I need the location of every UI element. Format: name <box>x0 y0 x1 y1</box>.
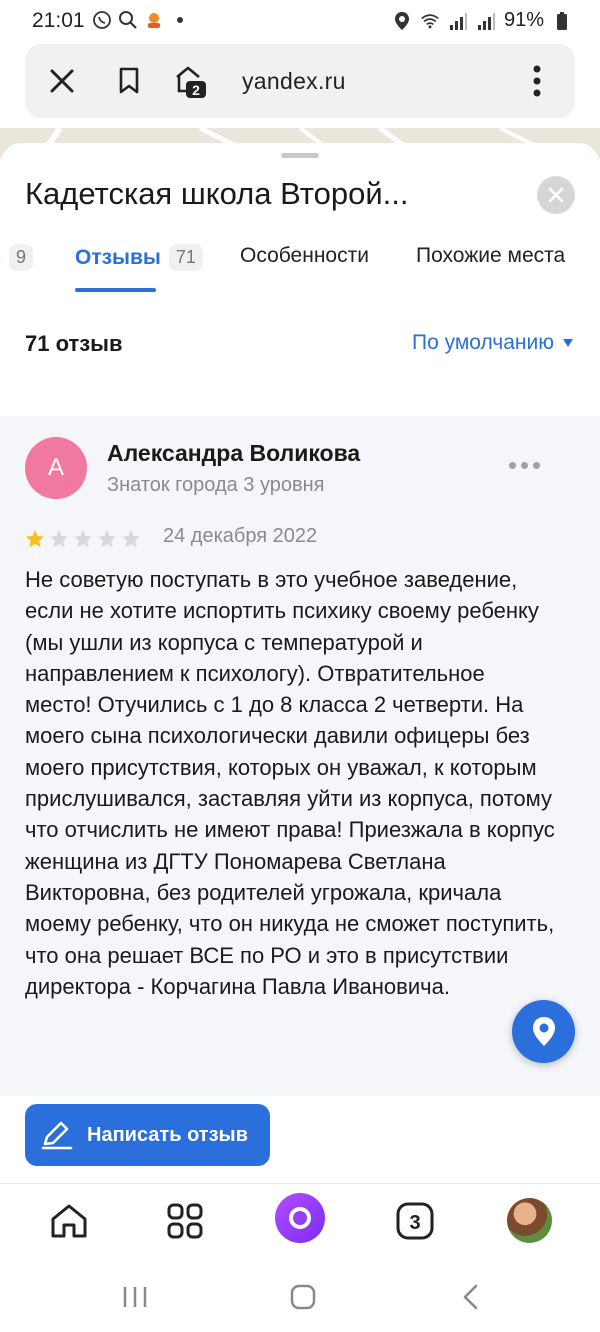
alice-assistant-button[interactable] <box>275 1193 325 1243</box>
close-icon <box>50 69 74 93</box>
tab-reviews[interactable]: Отзывы 71 <box>75 244 203 271</box>
author-avatar[interactable]: А <box>25 437 87 499</box>
wifi-icon <box>421 13 439 28</box>
dot-icon <box>533 462 540 469</box>
status-bar: 21:01 91% <box>0 0 600 42</box>
review-date: 24 декабря 2022 <box>163 525 318 547</box>
recent-apps-button[interactable] <box>119 1281 151 1313</box>
tab-features-label: Особенности <box>240 244 369 267</box>
app-notification-icon <box>148 13 160 28</box>
grid-icon <box>167 1203 203 1239</box>
review-card: А Александра Воликова Знаток города 3 ур… <box>0 416 600 1096</box>
sheet-grabber[interactable] <box>281 153 319 158</box>
tab-photos-count: 9 <box>9 244 34 271</box>
rating-stars <box>25 529 141 549</box>
status-right: 91% <box>392 9 572 32</box>
star-empty-icon <box>122 530 140 548</box>
more-vertical-icon <box>533 65 541 97</box>
bookmark-button[interactable] <box>111 63 147 99</box>
dot-icon <box>509 462 516 469</box>
star-empty-icon <box>50 530 68 548</box>
star-filled-icon <box>26 530 44 548</box>
home-icon <box>51 1204 87 1238</box>
browser-address-bar: 2 yandex.ru <box>25 44 575 118</box>
write-review-button[interactable]: Написать отзыв <box>25 1104 270 1166</box>
more-notifications-dot-icon <box>177 17 183 23</box>
close-page-button[interactable] <box>44 63 80 99</box>
tab-features[interactable]: Особенности <box>240 244 369 268</box>
sort-label: По умолчанию <box>411 331 554 354</box>
nav-tabs-button[interactable]: 3 <box>393 1199 437 1243</box>
system-navigation-bar <box>0 1259 600 1332</box>
review-more-button[interactable] <box>509 462 540 469</box>
star-empty-icon <box>98 530 116 548</box>
back-button[interactable] <box>455 1281 487 1313</box>
location-icon <box>394 11 409 30</box>
tabs-counter-icon: 3 <box>396 1202 434 1240</box>
pencil-icon <box>41 1121 73 1150</box>
tab-similar-label: Похожие места <box>416 244 566 267</box>
status-time: 21:01 <box>32 9 85 32</box>
search-icon <box>119 11 137 29</box>
home-system-button[interactable] <box>287 1281 319 1313</box>
active-tab-indicator <box>75 288 156 292</box>
home-square-icon <box>290 1284 316 1310</box>
location-pin-icon <box>532 1016 555 1046</box>
nav-services-button[interactable] <box>163 1199 207 1243</box>
url-field[interactable]: yandex.ru <box>242 68 346 95</box>
sort-dropdown[interactable]: По умолчанию <box>412 331 574 355</box>
tab-photos[interactable]: › 9 <box>0 244 34 271</box>
reviews-count: 71 отзыв <box>25 331 123 356</box>
browser-tabs-button[interactable]: 2 <box>170 63 210 99</box>
browser-menu-button[interactable] <box>519 63 555 99</box>
bookmark-icon <box>119 67 139 94</box>
author-name[interactable]: Александра Воликова <box>107 440 360 467</box>
tabs-count: 2 <box>192 82 200 98</box>
dot-icon <box>521 462 528 469</box>
close-card-button[interactable] <box>537 176 575 214</box>
review-text: Не советую поступать в это учебное завед… <box>25 567 555 999</box>
profile-avatar[interactable] <box>507 1198 552 1243</box>
tabs-counter: 3 <box>409 1212 420 1234</box>
author-level: Знаток города 3 уровня <box>107 474 325 496</box>
recent-apps-icon <box>123 1287 147 1307</box>
nav-home-button[interactable] <box>47 1199 91 1243</box>
signal-2-icon <box>477 12 495 30</box>
caret-down-icon <box>563 339 573 347</box>
write-review-label: Написать отзыв <box>87 1123 248 1146</box>
signal-1-icon <box>449 12 467 30</box>
tabs-icon: 2 <box>176 66 206 98</box>
tab-similar-places[interactable]: Похожие места <box>416 244 565 268</box>
whatsapp-icon <box>93 11 111 29</box>
back-chevron-icon <box>463 1284 478 1310</box>
star-empty-icon <box>74 530 92 548</box>
close-icon <box>548 187 564 203</box>
tab-reviews-count: 71 <box>168 244 203 271</box>
notification-icons <box>92 10 190 30</box>
place-tabs: › 9 Отзывы 71 Особенности Похожие места <box>0 236 600 292</box>
place-title: Кадетская школа Второй... <box>25 176 409 211</box>
tab-reviews-label: Отзывы <box>75 245 161 269</box>
place-card-sheet: Кадетская школа Второй... › 9 Отзывы 71 … <box>0 143 600 1183</box>
my-location-button[interactable] <box>512 1000 575 1063</box>
alice-icon <box>289 1207 311 1229</box>
battery-percent: 91% <box>503 9 544 31</box>
battery-icon <box>557 11 567 30</box>
